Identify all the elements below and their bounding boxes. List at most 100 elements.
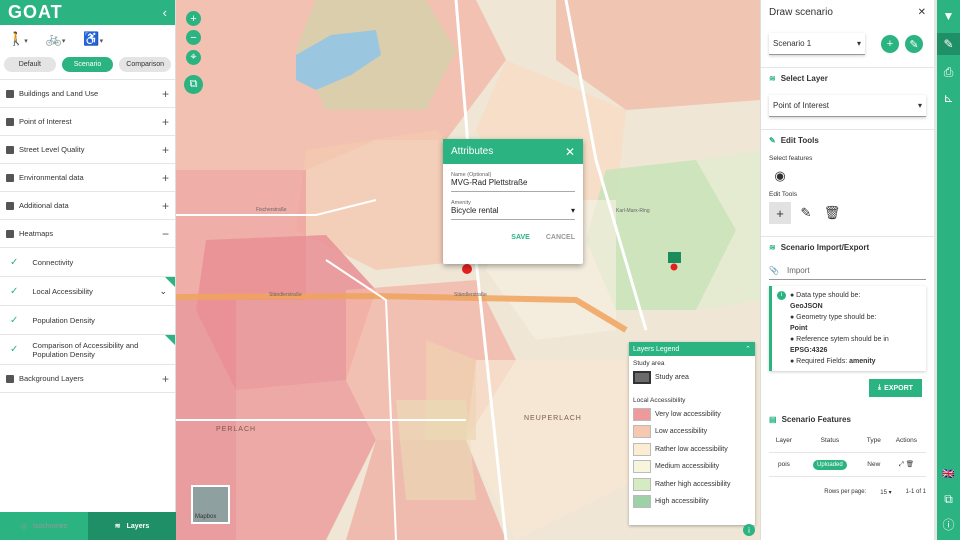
export-button[interactable]: ⤓ EXPORT (869, 379, 922, 397)
heatmap-local-accessibility[interactable]: ✓ Local Accessibility ⌄ (0, 277, 175, 306)
paperclip-icon: 📎 (769, 266, 779, 275)
layers-tab[interactable]: ≋ Layers (88, 512, 176, 540)
active-indicator (165, 335, 175, 345)
add-scenario-button[interactable]: + (881, 35, 899, 53)
legend-item: Rather high accessibility (629, 476, 755, 494)
layers-icon (6, 89, 14, 98)
check-icon[interactable]: ✓ (10, 344, 18, 355)
select-layer-section: ≋ Select Layer Point of Interest ▾ (761, 67, 934, 123)
draw-point-icon[interactable]: + (769, 202, 791, 224)
legend-swatch (633, 495, 651, 509)
caret-down-icon: ▾ (917, 101, 922, 110)
layer-group-street[interactable]: Street Level Quality + (0, 136, 175, 164)
check-icon[interactable]: ✓ (10, 257, 18, 268)
tab-comparison[interactable]: Comparison (119, 56, 172, 72)
edit-icon: ✎ (769, 136, 776, 145)
uk-flag-icon[interactable]: 🇬🇧 (941, 467, 956, 482)
info-icon: i (777, 291, 786, 300)
popup-title: Attributes (451, 146, 494, 157)
logo-bar: GOAT ‹ (0, 0, 175, 25)
map-canvas[interactable]: Ständlerstraße Ständlerstraße PERLACH NE… (176, 0, 760, 540)
scenario-select[interactable]: Scenario 1 ▾ (769, 33, 865, 55)
layer-group-heatmaps[interactable]: Heatmaps − (0, 220, 175, 248)
delete-icon[interactable]: 🗑 (821, 202, 843, 224)
layer-group-additional[interactable]: Additional data + (0, 192, 175, 220)
scenario-features-section: ▤ Scenario Features Layer Status Type Action… (761, 409, 934, 483)
print-icon[interactable]: ⎙ (941, 65, 956, 80)
layers-icon (6, 374, 14, 383)
check-icon[interactable]: ✓ (10, 315, 18, 326)
street-label: Karl-Marx-Ring (616, 208, 650, 214)
edit-scenario-button[interactable]: ✎ (905, 35, 923, 53)
expand-icon[interactable]: + (162, 171, 169, 185)
heatmap-comparison[interactable]: ✓ Comparison of Accessibility and Populat… (0, 335, 175, 365)
locate-icon[interactable]: ⌖ (186, 50, 201, 65)
layers-icon (6, 201, 14, 210)
cancel-button[interactable]: CANCEL (546, 234, 575, 241)
zoom-to-icon[interactable]: ⤢ (899, 461, 904, 468)
expand-icon[interactable]: + (162, 143, 169, 157)
close-icon[interactable]: ✕ (918, 7, 926, 18)
name-field[interactable]: Name (Optional) MVG-Rad Plettstraße (451, 172, 575, 192)
district-label: PERLACH (216, 426, 257, 433)
legend-swatch (633, 477, 651, 491)
zoom-out-button[interactable]: − (186, 30, 201, 45)
target-icon: ◎ (20, 523, 27, 530)
collapse-icon[interactable]: − (162, 227, 169, 241)
calculation-tabs: Default Scenario Comparison (0, 53, 175, 75)
legend-item: Very low accessibility (629, 406, 755, 424)
walking-icon[interactable]: 🚶▾ (8, 31, 28, 47)
layers-icon (6, 145, 14, 154)
table-row: pois Uploaded New ⤢ 🗑 (769, 452, 926, 477)
legend-swatch (633, 371, 651, 385)
layer-select[interactable]: Point of Interest ▾ (769, 95, 926, 117)
map-style-icon[interactable]: ⧉ (184, 75, 203, 94)
close-icon[interactable]: ✕ (565, 145, 575, 159)
layer-group-buildings[interactable]: Buildings and Land Use + (0, 80, 175, 108)
layer-group-poi[interactable]: Point of Interest + (0, 108, 175, 136)
legend-item: Medium accessibility (629, 458, 755, 476)
draw-scenario-panel: Draw scenario ✕ Scenario 1 ▾ + ✎ ≋ Select L… (760, 0, 934, 540)
edit-icon[interactable]: ✎ (937, 33, 960, 55)
chevron-up-icon[interactable]: ⌃ (745, 345, 751, 353)
heatmap-population-density[interactable]: ✓ Population Density (0, 306, 175, 335)
layers-icon (6, 117, 14, 126)
edit-tools-section: ✎ Edit Tools Select features ◉ Edit Tools… (761, 129, 934, 230)
check-icon[interactable]: ✓ (10, 286, 18, 297)
layer-group-environmental[interactable]: Environmental data + (0, 164, 175, 192)
save-button[interactable]: SAVE (511, 234, 530, 241)
chevron-down-icon[interactable]: ⌄ (159, 286, 167, 297)
amenity-value: Bicycle rental (451, 206, 499, 215)
delete-icon[interactable]: 🗑 (906, 461, 914, 468)
tab-default[interactable]: Default (4, 56, 56, 72)
left-panel: GOAT ‹ 🚶▾ 🚲▾ ♿▾ Default Scenario Compari… (0, 0, 176, 540)
rows-per-page-select[interactable]: 15 ▾ (880, 489, 891, 496)
info-icon[interactable]: i (743, 524, 755, 536)
zoom-in-button[interactable]: + (186, 11, 201, 26)
measure-icon[interactable]: ⊾ (941, 90, 956, 105)
legend-title: Layers Legend (633, 345, 680, 353)
layers-icon: ≋ (769, 243, 776, 252)
tab-scenario[interactable]: Scenario (61, 56, 114, 72)
modify-feature-icon[interactable]: ✎ (795, 202, 817, 224)
expand-icon[interactable]: + (162, 115, 169, 129)
info-icon[interactable]: ⓘ (941, 517, 956, 532)
import-file-input[interactable]: 📎 Import (769, 262, 926, 280)
pagination: Rows per page: 15 ▾ 1-1 of 1 (824, 488, 926, 496)
filter-icon[interactable]: ▼ (941, 8, 956, 23)
isochrones-tab[interactable]: ◎ Isochrones (0, 512, 88, 540)
bicycle-icon[interactable]: 🚲▾ (46, 31, 66, 47)
amenity-select[interactable]: Amenity Bicycle rental ▾ (451, 200, 575, 220)
heatmap-connectivity[interactable]: ✓ Connectivity (0, 248, 175, 277)
expand-icon[interactable]: + (162, 372, 169, 386)
panel-title: Draw scenario (769, 7, 833, 18)
expand-icon[interactable]: + (162, 87, 169, 101)
app-logo: GOAT (8, 2, 63, 22)
chevron-left-icon[interactable]: ‹ (163, 5, 167, 20)
expand-icon[interactable]: + (162, 199, 169, 213)
select-feature-icon[interactable]: ◉ (769, 165, 791, 187)
layer-group-background[interactable]: Background Layers + (0, 365, 175, 393)
map-icon[interactable]: ⧉ (941, 492, 956, 507)
wheelchair-icon[interactable]: ♿▾ (83, 31, 103, 47)
basemap-switcher[interactable]: Mapbox (191, 485, 230, 524)
